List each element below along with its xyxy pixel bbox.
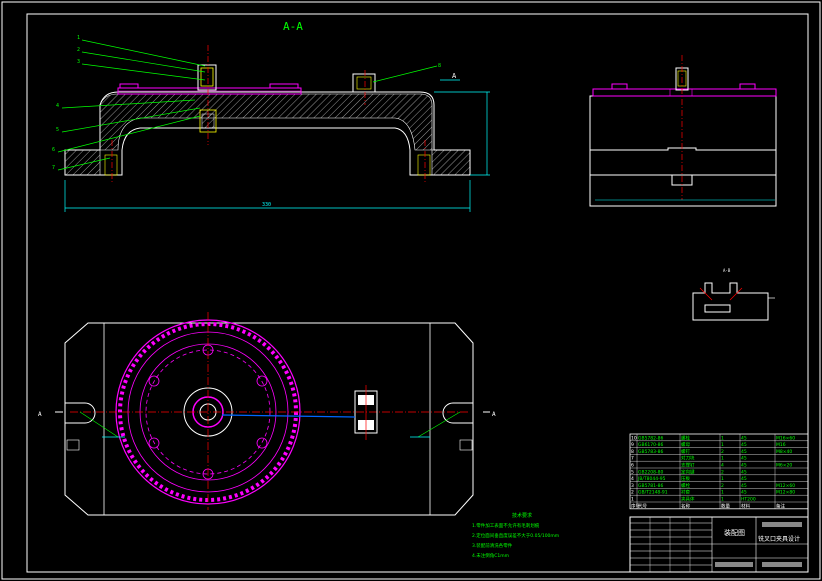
svg-text:1: 1 xyxy=(77,35,80,41)
bom-header-note: 备注 xyxy=(776,502,785,509)
bom-cell-mat: 45 xyxy=(741,463,747,469)
bom-header-qty: 数量 xyxy=(721,502,730,509)
overall-dim: 330 xyxy=(262,202,271,208)
side-body xyxy=(589,95,777,207)
bom-cell-name: 螺栓 xyxy=(681,482,690,489)
bom-cell-name: 夹具体 xyxy=(681,496,695,503)
tech-req-2: 2.定位面间垂直度误差不大于0.05/100mm xyxy=(472,532,559,539)
bom-cell-name: 对刀块 xyxy=(681,455,695,462)
svg-text:5: 5 xyxy=(56,127,59,133)
bom-cell-name: 压板 xyxy=(681,475,690,482)
bom-cell-no: 9 xyxy=(631,442,634,448)
bom-cell-no: 8 xyxy=(631,449,634,455)
bom-cell-qty: 4 xyxy=(721,463,724,469)
bom-cell-name: 支撑钉 xyxy=(681,462,695,469)
svg-text:6: 6 xyxy=(52,147,55,153)
tech-requirements: 技术要求 1.零件加工表面不允许有毛刺划痕 2.定位面间垂直度误差不大于0.05… xyxy=(472,512,559,559)
bom-cell-note: M8×40 xyxy=(776,449,792,455)
small-pad-right xyxy=(269,83,299,89)
bom-header-name: 名称 xyxy=(681,502,690,509)
bom-cell-mat: 45 xyxy=(741,483,747,489)
bom-cell-code: GB5783-86 xyxy=(638,449,664,455)
bom-cell-qty: 1 xyxy=(721,442,724,448)
bom-cell-no: 4 xyxy=(631,476,634,482)
tech-req-title: 技术要求 xyxy=(512,512,532,519)
bom-cell-note: M16 xyxy=(776,442,786,448)
right-foot xyxy=(431,149,471,176)
detail-label: A-B xyxy=(723,268,731,273)
cut-mark-right: A xyxy=(492,411,496,418)
bom-cell-note: M12×80 xyxy=(776,490,795,496)
detail-view: A-B xyxy=(692,268,775,321)
bom-cell-note: M16×60 xyxy=(776,435,795,441)
bom-cell-qty: 1 xyxy=(721,476,724,482)
bom-cell-name: 螺母 xyxy=(681,441,690,448)
tech-req-1: 1.零件加工表面不允许有毛刺划痕 xyxy=(472,522,540,529)
bom-cell-qty: 1 xyxy=(721,497,724,503)
bom-cell-qty: 2 xyxy=(721,469,724,475)
bom-cell-code: GB5781-86 xyxy=(638,483,664,489)
bom-cell-code: GB2208-80 xyxy=(638,469,664,475)
section-label: A-A xyxy=(283,20,303,33)
section-view: A-A 123 456 78 330 A xyxy=(52,20,490,212)
svg-text:2: 2 xyxy=(77,47,80,53)
plan-view: A A xyxy=(38,312,496,516)
bom-cell-qty: 2 xyxy=(721,449,724,455)
bom-cell-mat: 45 xyxy=(741,442,747,448)
bom-cell-mat: 45 xyxy=(741,456,747,462)
bom-cell-code: GB/T2148-91 xyxy=(638,490,668,496)
bom-cell-code: GB5782-86 xyxy=(638,435,664,441)
bom-header-code: 代号 xyxy=(638,502,647,509)
svg-text:3: 3 xyxy=(77,59,80,65)
bom-cell-name: 螺钉 xyxy=(681,448,690,455)
bom-cell-name: 衬套 xyxy=(681,489,690,496)
drawing-name: 装配图 xyxy=(724,528,745,537)
bom-cell-mat: 45 xyxy=(741,490,747,496)
bom-cell-name: 螺栓 xyxy=(681,434,690,441)
bom-cell-no: 7 xyxy=(631,456,634,462)
left-foot xyxy=(64,149,101,176)
bom-cell-mat: 45 xyxy=(741,449,747,455)
bom-cell-note: M6×20 xyxy=(776,463,792,469)
bom-cell-no: 2 xyxy=(631,490,634,496)
bom-table: 10 GB5782-86 螺栓 1 45 M16×609 GB6170-86 螺母 1 45 M16… xyxy=(629,433,809,509)
title-block: 装配图 铣叉口夹具设计 xyxy=(629,516,809,573)
tech-req-4: 4.未注倒角C1mm xyxy=(472,552,509,559)
plan-outline xyxy=(64,322,474,516)
bom-cell-no: 1 xyxy=(631,497,634,503)
bom-cell-qty: 1 xyxy=(721,435,724,441)
bom-cell-qty: 2 xyxy=(721,483,724,489)
bom-cell-no: 5 xyxy=(631,469,634,475)
bom-cell-name: 定向键 xyxy=(681,468,695,475)
bom-header-mat: 材料 xyxy=(741,502,750,509)
bom-cell-mat: 45 xyxy=(741,476,747,482)
bom-cell-qty: 1 xyxy=(721,456,724,462)
bom-cell-code: GB6170-86 xyxy=(638,442,664,448)
small-pad-left xyxy=(119,83,139,89)
svg-text:7: 7 xyxy=(52,165,55,171)
bom-cell-note: M12×60 xyxy=(776,483,795,489)
bom-cell-mat: HT200 xyxy=(741,497,756,503)
svg-text:8: 8 xyxy=(438,63,441,69)
tech-req-3: 3.装配前清洗各零件 xyxy=(472,542,513,549)
project-name: 铣叉口夹具设计 xyxy=(758,535,800,543)
cut-mark-left: A xyxy=(38,411,42,418)
bom-cell-no: 3 xyxy=(631,483,634,489)
bom-cell-qty: 1 xyxy=(721,490,724,496)
cut-mark-top-right: A xyxy=(452,72,457,80)
tool-block xyxy=(352,73,376,93)
bom-cell-no: 10 xyxy=(631,435,637,441)
side-view xyxy=(589,55,777,207)
cad-drawing: A-A 123 456 78 330 A A-B A A 技术要求 1.零件加工… xyxy=(1,1,821,580)
bom-cell-mat: 45 xyxy=(741,469,747,475)
bom-cell-code: JB/T8044-95 xyxy=(637,476,666,482)
bom-cell-mat: 45 xyxy=(741,435,747,441)
bom-cell-no: 6 xyxy=(631,463,634,469)
svg-text:4: 4 xyxy=(56,103,59,109)
